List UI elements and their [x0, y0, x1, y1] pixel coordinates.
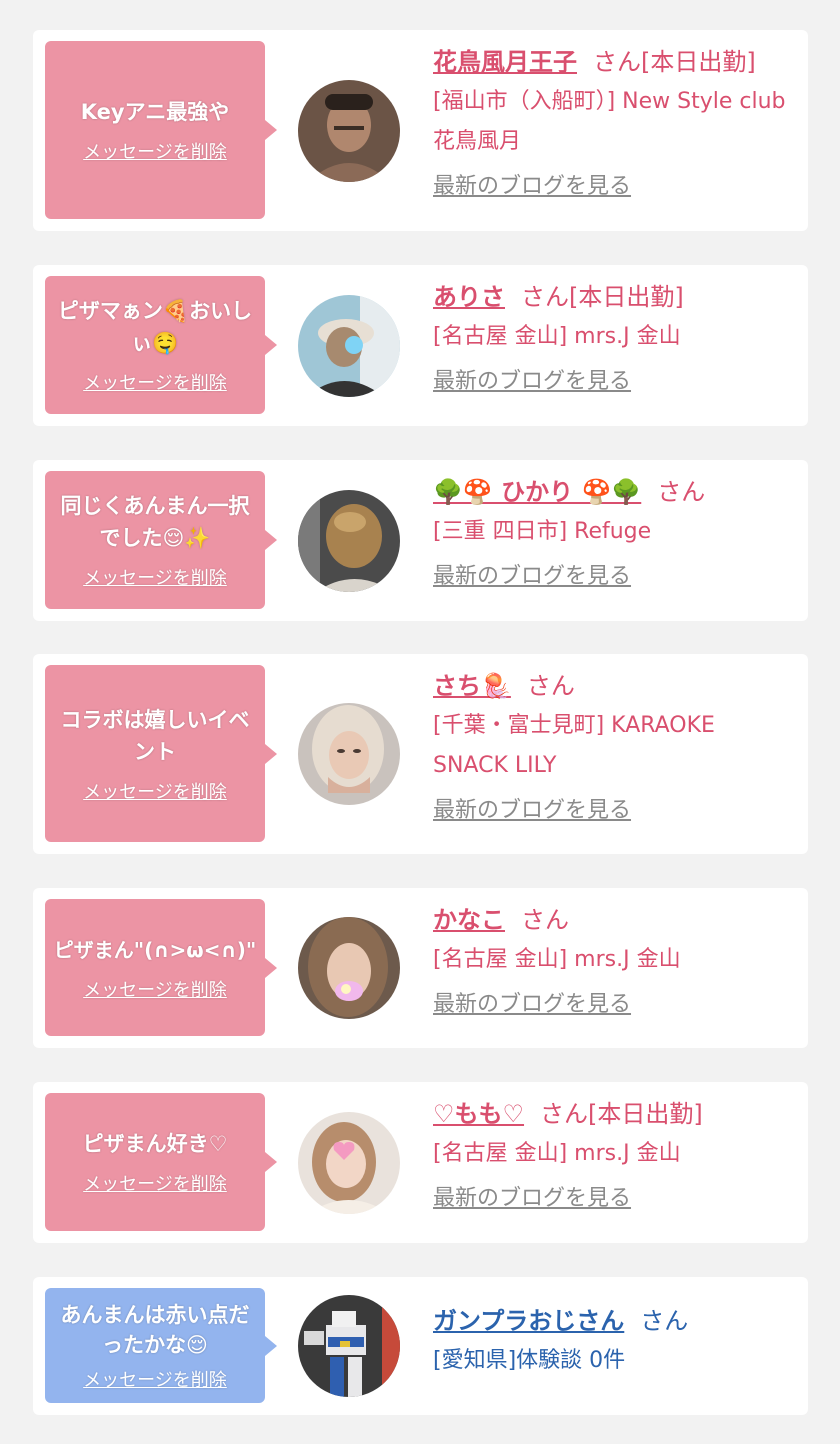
delete-message-link[interactable]: メッセージを削除: [83, 564, 227, 590]
delete-message-link[interactable]: メッセージを削除: [83, 778, 227, 804]
list-item: コラボは嬉しいイベント メッセージを削除 さち🪼 さん [千葉・富士見町] KAR…: [33, 654, 808, 854]
status-text: [本日出勤]: [641, 48, 756, 76]
profile-info: ガンプラおじさん さん [愛知県]体験談 0件: [433, 1301, 794, 1381]
avatar[interactable]: [298, 1295, 400, 1397]
profile-info: さち🪼 さん [千葉・富士見町] KARAOKE SNACK LILY 最新のブロ…: [433, 666, 794, 826]
avatar[interactable]: [298, 295, 400, 397]
avatar[interactable]: [298, 703, 400, 805]
delete-message-link[interactable]: メッセージを削除: [83, 369, 227, 395]
san-suffix: さん: [521, 283, 569, 311]
delete-message-link[interactable]: メッセージを削除: [83, 1366, 227, 1392]
delete-message-link[interactable]: メッセージを削除: [83, 138, 227, 164]
message-text: ピザマぁン🍕おいしぃ🤤: [57, 299, 253, 355]
list-item: ピザまん"(∩>ω<∩)" メッセージを削除 かなこ さん [名古屋 金山] mr…: [33, 888, 808, 1048]
san-suffix: さん: [640, 1307, 689, 1335]
message-bubble: あんまんは赤い点だったかな😌 メッセージを削除: [45, 1288, 277, 1403]
message-bubble: 同じくあんまん一択でした😌✨ メッセージを削除: [45, 471, 277, 609]
avatar[interactable]: [298, 917, 400, 1019]
message-bubble: ピザまん"(∩>ω<∩)" メッセージを削除: [45, 899, 277, 1036]
profile-name-link[interactable]: ありさ: [433, 283, 505, 311]
san-suffix: さん: [657, 478, 706, 506]
san-suffix: さん: [593, 48, 641, 76]
avatar[interactable]: [298, 1112, 400, 1214]
message-bubble: Keyアニ最強や メッセージを削除: [45, 41, 277, 219]
profile-name-link[interactable]: 🌳🍄 ひかり 🍄🌳: [433, 478, 641, 506]
message-bubble: コラボは嬉しいイベント メッセージを削除: [45, 665, 277, 842]
location-text: [三重 四日市] Refuge: [433, 519, 652, 544]
profile-info: かなこ さん [名古屋 金山] mrs.J 金山 最新のブログを見る: [433, 900, 794, 1020]
profile-info: 花鳥風月王子 さん[本日出勤] [福山市（入船町）] New Style club…: [433, 42, 794, 202]
location-text: [千葉・富士見町] KARAOKE SNACK LILY: [433, 713, 715, 778]
profile-name-link[interactable]: 花鳥風月王子: [433, 48, 577, 76]
san-suffix: さん: [526, 672, 575, 700]
latest-blog-link[interactable]: 最新のブログを見る: [433, 562, 631, 592]
profile-name-link[interactable]: さち🪼: [433, 672, 511, 700]
message-text: コラボは嬉しいイベント: [60, 707, 250, 764]
delete-message-link[interactable]: メッセージを削除: [83, 1170, 227, 1196]
latest-blog-link[interactable]: 最新のブログを見る: [433, 172, 631, 202]
latest-blog-link[interactable]: 最新のブログを見る: [433, 1184, 631, 1214]
profile-name-link[interactable]: ガンプラおじさん: [433, 1307, 624, 1335]
profile-name-link[interactable]: ♡もも♡: [433, 1100, 524, 1128]
list-item: ピザマぁン🍕おいしぃ🤤 メッセージを削除 ありさ さん[本日出勤] [名古屋 金山…: [33, 265, 808, 426]
san-suffix: さん: [540, 1100, 589, 1128]
location-text: [福山市（入船町）] New Style club花鳥風月: [433, 89, 786, 154]
list-item: ピザまん好き♡ メッセージを削除 ♡もも♡ さん[本日出勤] [名古屋 金山] m…: [33, 1082, 808, 1243]
message-text: ピザまん"(∩>ω<∩)": [53, 937, 257, 962]
location-text: [愛知県]体験談 0件: [433, 1348, 626, 1373]
latest-blog-link[interactable]: 最新のブログを見る: [433, 796, 631, 826]
message-bubble: ピザまん好き♡ メッセージを削除: [45, 1093, 277, 1231]
profile-info: ありさ さん[本日出勤] [名古屋 金山] mrs.J 金山 最新のブログを見る: [433, 277, 794, 397]
list-item: あんまんは赤い点だったかな😌 メッセージを削除 ガンプラおじさん さん [愛知県]…: [33, 1277, 808, 1415]
avatar[interactable]: [298, 490, 400, 592]
message-text: 同じくあんまん一択でした😌✨: [60, 494, 250, 550]
delete-message-link[interactable]: メッセージを削除: [83, 976, 227, 1002]
latest-blog-link[interactable]: 最新のブログを見る: [433, 990, 631, 1020]
status-text: [本日出勤]: [569, 283, 684, 311]
san-suffix: さん: [521, 906, 569, 934]
location-text: [名古屋 金山] mrs.J 金山: [433, 947, 681, 972]
list-item: Keyアニ最強や メッセージを削除 花鳥風月王子 さん[本日出勤] [福山市（入船…: [33, 30, 808, 231]
message-bubble: ピザマぁン🍕おいしぃ🤤 メッセージを削除: [45, 276, 277, 414]
location-text: [名古屋 金山] mrs.J 金山: [433, 1141, 681, 1166]
message-text: あんまんは赤い点だったかな😌: [60, 1302, 250, 1357]
location-text: [名古屋 金山] mrs.J 金山: [433, 324, 681, 349]
latest-blog-link[interactable]: 最新のブログを見る: [433, 367, 631, 397]
status-text: [本日出勤]: [588, 1100, 703, 1128]
profile-name-link[interactable]: かなこ: [433, 906, 505, 934]
profile-info: 🌳🍄 ひかり 🍄🌳 さん [三重 四日市] Refuge 最新のブログを見る: [433, 472, 794, 592]
profile-info: ♡もも♡ さん[本日出勤] [名古屋 金山] mrs.J 金山 最新のブログを見る: [433, 1094, 794, 1214]
message-text: Keyアニ最強や: [80, 100, 230, 124]
message-text: ピザまん好き♡: [82, 1132, 228, 1156]
message-list: Keyアニ最強や メッセージを削除 花鳥風月王子 さん[本日出勤] [福山市（入船…: [0, 0, 840, 1444]
avatar[interactable]: [298, 80, 400, 182]
list-item: 同じくあんまん一択でした😌✨ メッセージを削除 🌳🍄 ひかり 🍄🌳 さん [三重 …: [33, 460, 808, 621]
